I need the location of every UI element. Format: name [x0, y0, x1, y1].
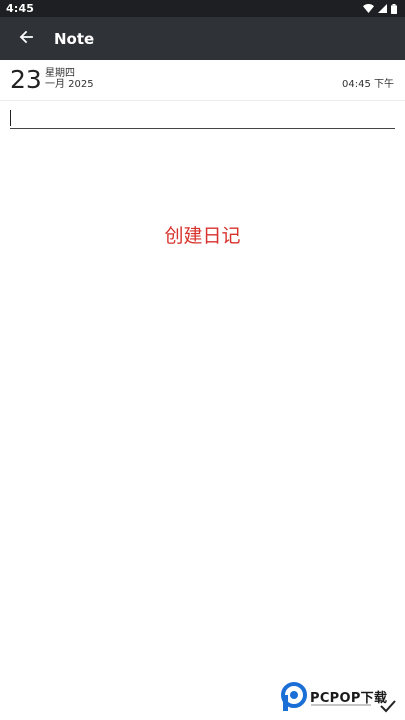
month-year-label: 一月 2025 — [45, 79, 94, 90]
create-diary-label: 创建日记 — [164, 225, 241, 247]
watermark-underline — [311, 704, 371, 706]
check-icon — [378, 699, 398, 718]
status-icons — [363, 3, 397, 14]
watermark-logo-icon — [281, 682, 307, 716]
status-time: 4:45 — [6, 2, 35, 15]
note-title-input[interactable] — [10, 107, 395, 129]
time-label: 04:45 下午 — [342, 79, 394, 90]
confirm-button[interactable] — [378, 698, 398, 714]
wifi-icon — [363, 4, 374, 13]
back-button[interactable] — [6, 17, 46, 60]
app-title: Note — [54, 29, 95, 48]
arrow-left-icon — [19, 29, 33, 48]
note-screen: 4:45 Note 23 星期四 一月 2025 04:45 下午 创建日记 P… — [0, 0, 405, 720]
date-header: 23 星期四 一月 2025 04:45 下午 — [0, 60, 405, 101]
signal-icon — [378, 4, 387, 13]
battery-icon — [391, 3, 397, 14]
text-cursor — [10, 110, 11, 126]
app-bar: Note — [0, 17, 405, 60]
status-bar: 4:45 — [0, 0, 405, 17]
day-number: 23 — [10, 65, 42, 94]
